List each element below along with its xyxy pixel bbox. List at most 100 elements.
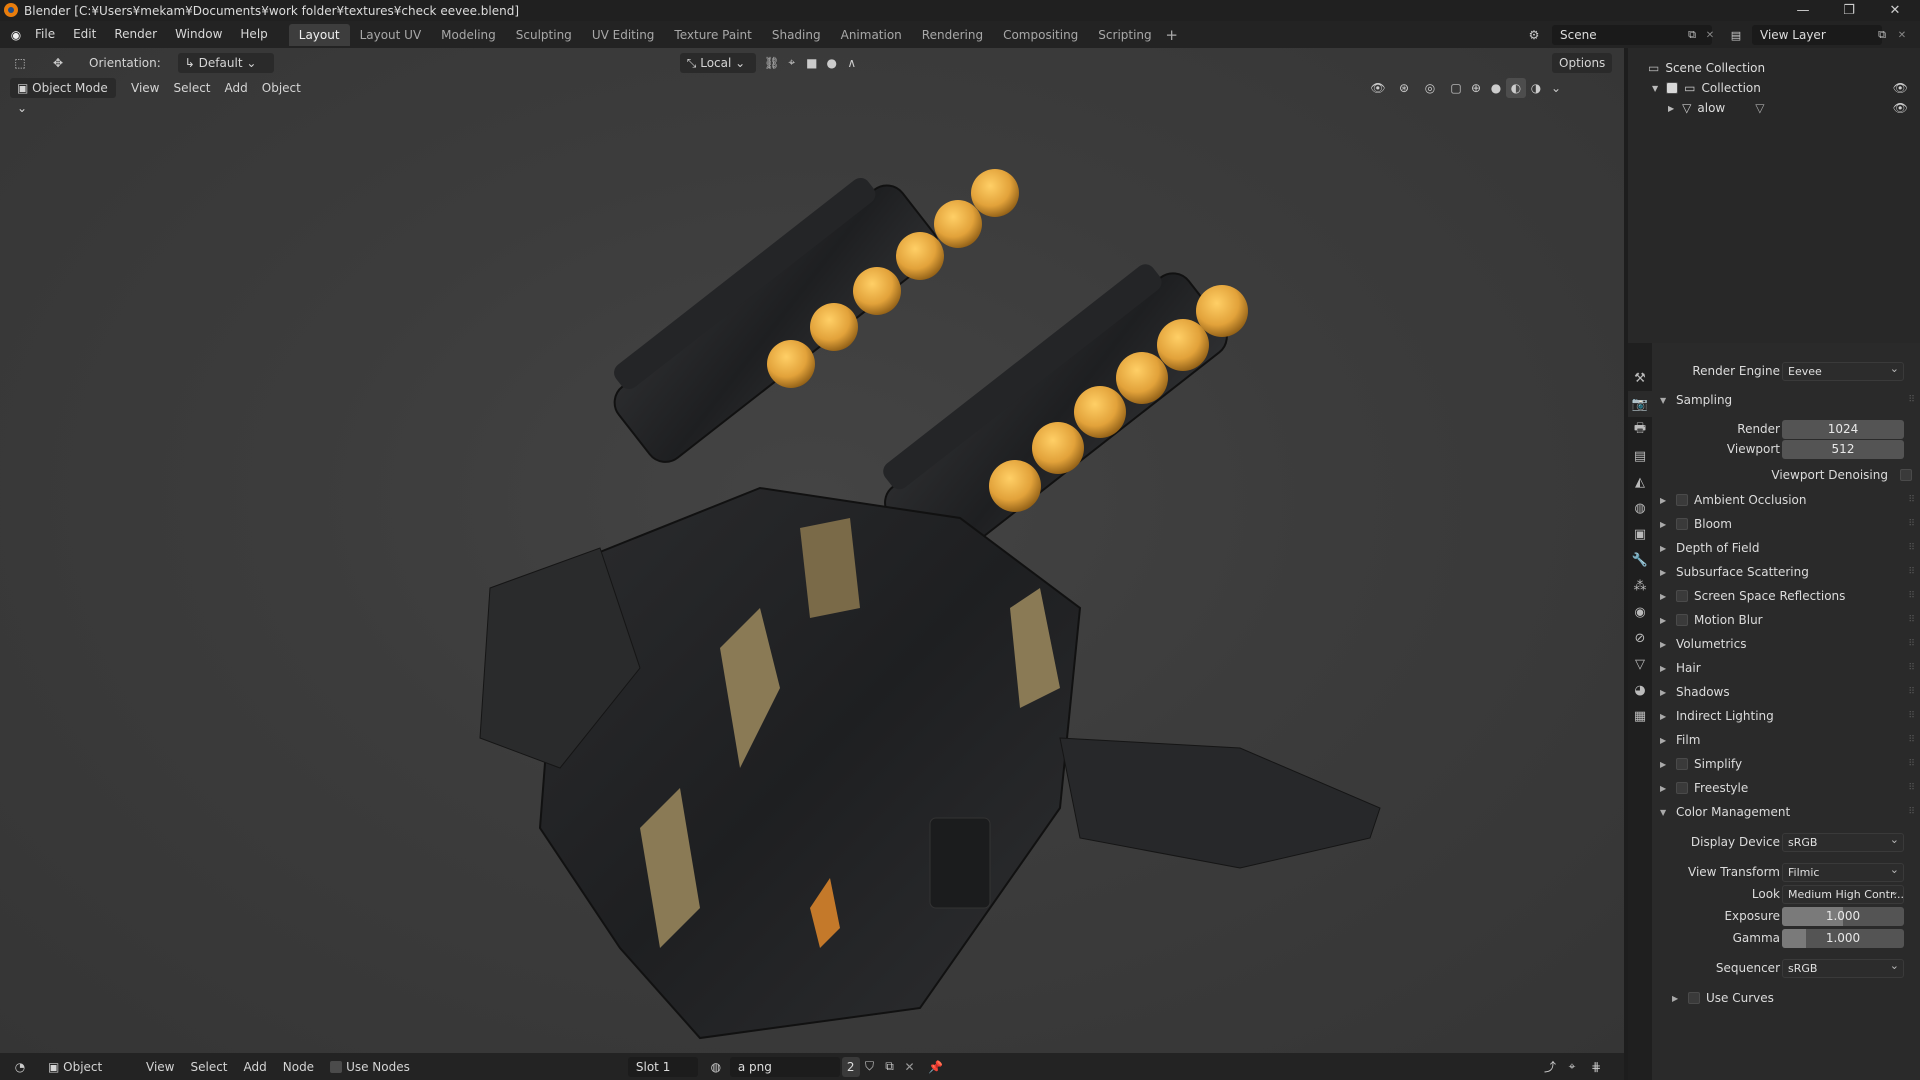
scene-tab-icon[interactable]: ◭ (1628, 469, 1652, 495)
object-tab-icon[interactable]: ▣ (1628, 521, 1652, 547)
fake-user-icon[interactable]: ⛉ (860, 1057, 880, 1077)
freestyle-checkbox[interactable] (1676, 782, 1688, 794)
ambient-occlusion-checkbox[interactable] (1676, 494, 1688, 506)
new-scene-icon[interactable]: ⧉ (1682, 25, 1702, 45)
section-volumetrics[interactable]: ▶ Volumetrics ⠿ (1652, 633, 1920, 655)
delete-view-layer-icon[interactable]: ✕ (1892, 25, 1912, 45)
bottom-menu-add[interactable]: Add (236, 1057, 275, 1077)
solid-shading-icon[interactable]: ● (1486, 78, 1506, 98)
view-layer-icon[interactable]: ▤ (1726, 25, 1746, 45)
editor-type-bottom-icon[interactable]: ◔ (10, 1057, 30, 1077)
use-nodes-checkbox[interactable] (330, 1060, 343, 1073)
image-name-field[interactable]: a png (729, 1056, 840, 1077)
drag-grip-icon[interactable]: ⠿ (1908, 395, 1915, 405)
simplify-checkbox[interactable] (1676, 758, 1688, 770)
proportional-edit-icon[interactable]: ● (822, 53, 842, 73)
physics-tab-icon[interactable]: ◉ (1628, 599, 1652, 625)
data-tab-icon[interactable]: ▽ (1628, 651, 1652, 677)
rendered-shading-icon[interactable]: ◑ (1526, 78, 1546, 98)
snap-target-icon[interactable]: ■ (802, 53, 822, 73)
visibility-icon[interactable]: 👁 (1368, 78, 1388, 98)
drag-grip-icon[interactable]: ⠿ (1908, 735, 1915, 745)
parent-node-icon[interactable]: ⤴ (1540, 1057, 1560, 1077)
display-device-dropdown[interactable]: sRGB (1782, 832, 1904, 852)
section-screen-space-reflections[interactable]: ▶ Screen Space Reflections ⠿ (1652, 585, 1920, 607)
use-curves-checkbox[interactable] (1688, 992, 1700, 1004)
menu-edit[interactable]: Edit (64, 21, 105, 48)
blender-menu-icon[interactable]: ◉ (6, 25, 26, 45)
menu-file[interactable]: File (26, 21, 64, 48)
drag-grip-icon[interactable]: ⠿ (1908, 783, 1915, 793)
tab-modeling[interactable]: Modeling (431, 24, 506, 46)
bottom-menu-view[interactable]: View (138, 1057, 182, 1077)
section-bloom[interactable]: ▶ Bloom ⠿ (1652, 513, 1920, 535)
particles-tab-icon[interactable]: ⁂ (1628, 573, 1652, 599)
tab-layout[interactable]: Layout (288, 23, 350, 46)
drag-grip-icon[interactable]: ⠿ (1908, 567, 1915, 577)
section-shadows[interactable]: ▶ Shadows ⠿ (1652, 681, 1920, 703)
tab-compositing[interactable]: Compositing (993, 24, 1088, 46)
tab-shading[interactable]: Shading (762, 24, 831, 46)
motion-blur-checkbox[interactable] (1676, 614, 1688, 626)
outliner-collection[interactable]: ▼ ▭ Collection 👁 (1628, 78, 1920, 98)
collection-expand-icon[interactable]: ▼ (1652, 84, 1658, 93)
snap-bottom-icon[interactable]: ⌖ (1562, 1057, 1582, 1077)
view-layer-tab-icon[interactable]: ▤ (1628, 443, 1652, 469)
tab-layout-uv[interactable]: Layout UV (350, 24, 432, 46)
ssr-checkbox[interactable] (1676, 590, 1688, 602)
viewport-menu-add[interactable]: Add (218, 78, 255, 98)
options-dropdown[interactable]: Options (1552, 52, 1613, 73)
pivot-dropdown[interactable]: ⤡ Local ⌄ (679, 52, 756, 73)
material-browse-icon[interactable]: ◍ (706, 1057, 726, 1077)
sequencer-dropdown[interactable]: sRGB (1782, 958, 1904, 978)
material-shading-icon[interactable]: ◐ (1506, 77, 1526, 98)
viewport-menu-object[interactable]: Object (255, 78, 308, 98)
slot-dropdown[interactable]: Slot 1 (627, 1056, 698, 1077)
viewport-samples-field[interactable]: 512 (1782, 439, 1904, 459)
viewport-denoising-checkbox[interactable] (1900, 469, 1912, 481)
drag-grip-icon[interactable]: ⠿ (1908, 615, 1915, 625)
section-color-management[interactable]: ▼ Color Management ⠿ (1652, 801, 1920, 823)
pin-icon[interactable]: 📌 (926, 1057, 946, 1077)
look-dropdown[interactable]: Medium High Contr... (1782, 884, 1904, 904)
menu-help[interactable]: Help (231, 21, 276, 48)
tab-rendering[interactable]: Rendering (912, 24, 993, 46)
new-view-layer-icon[interactable]: ⧉ (1872, 25, 1892, 45)
overlay-icon[interactable]: ◎ (1420, 78, 1440, 98)
section-depth-of-field[interactable]: ▶ Depth of Field ⠿ (1652, 537, 1920, 559)
minimize-button[interactable]: — (1780, 0, 1826, 21)
view-layer-selector[interactable]: View Layer (1752, 25, 1882, 45)
section-subsurface-scattering[interactable]: ▶ Subsurface Scattering ⠿ (1652, 561, 1920, 583)
constraints-tab-icon[interactable]: ⊘ (1628, 625, 1652, 651)
texture-tab-icon[interactable]: ▦ (1628, 703, 1652, 729)
tab-sculpting[interactable]: Sculpting (506, 24, 582, 46)
tab-uv-editing[interactable]: UV Editing (582, 24, 665, 46)
object-visibility-icon[interactable]: 👁 (1893, 101, 1908, 115)
tab-animation[interactable]: Animation (831, 24, 912, 46)
render-tab-icon[interactable]: 📷 (1628, 391, 1652, 417)
bottom-menu-node[interactable]: Node (275, 1057, 322, 1077)
3d-viewport[interactable]: ⬚ ✥ Orientation: ↳ Default ⌄ ⤡ Local ⌄ ⛓… (0, 48, 1624, 1053)
drag-grip-icon[interactable]: ⠿ (1908, 807, 1915, 817)
object-expand-icon[interactable]: ▶ (1668, 104, 1674, 113)
section-film[interactable]: ▶ Film ⠿ (1652, 729, 1920, 751)
link-icon[interactable]: ⛓ (762, 53, 782, 73)
new-image-icon[interactable]: ⧉ (880, 1057, 900, 1077)
drag-grip-icon[interactable]: ⠿ (1908, 543, 1915, 553)
orientation-dropdown[interactable]: ↳ Default ⌄ (177, 52, 274, 73)
drag-grip-icon[interactable]: ⠿ (1908, 519, 1915, 529)
tool-tab-icon[interactable]: ⚒ (1628, 365, 1652, 391)
viewport-menu-select[interactable]: Select (166, 78, 217, 98)
tab-scripting[interactable]: Scripting (1088, 24, 1161, 46)
drag-grip-icon[interactable]: ⠿ (1908, 591, 1915, 601)
bloom-checkbox[interactable] (1676, 518, 1688, 530)
drag-grip-icon[interactable]: ⠿ (1908, 687, 1915, 697)
view-transform-dropdown[interactable]: Filmic (1782, 862, 1904, 882)
drag-grip-icon[interactable]: ⠿ (1908, 711, 1915, 721)
mode-dropdown[interactable]: ▣ Object Mode ⌄ (10, 77, 116, 115)
section-freestyle[interactable]: ▶ Freestyle ⠿ (1652, 777, 1920, 799)
shader-type-dropdown[interactable]: ▣ Object ⌄ (40, 1057, 124, 1080)
drag-grip-icon[interactable]: ⠿ (1908, 639, 1915, 649)
bottom-menu-select[interactable]: Select (182, 1057, 235, 1077)
collection-visibility-icon[interactable]: 👁 (1893, 81, 1908, 95)
